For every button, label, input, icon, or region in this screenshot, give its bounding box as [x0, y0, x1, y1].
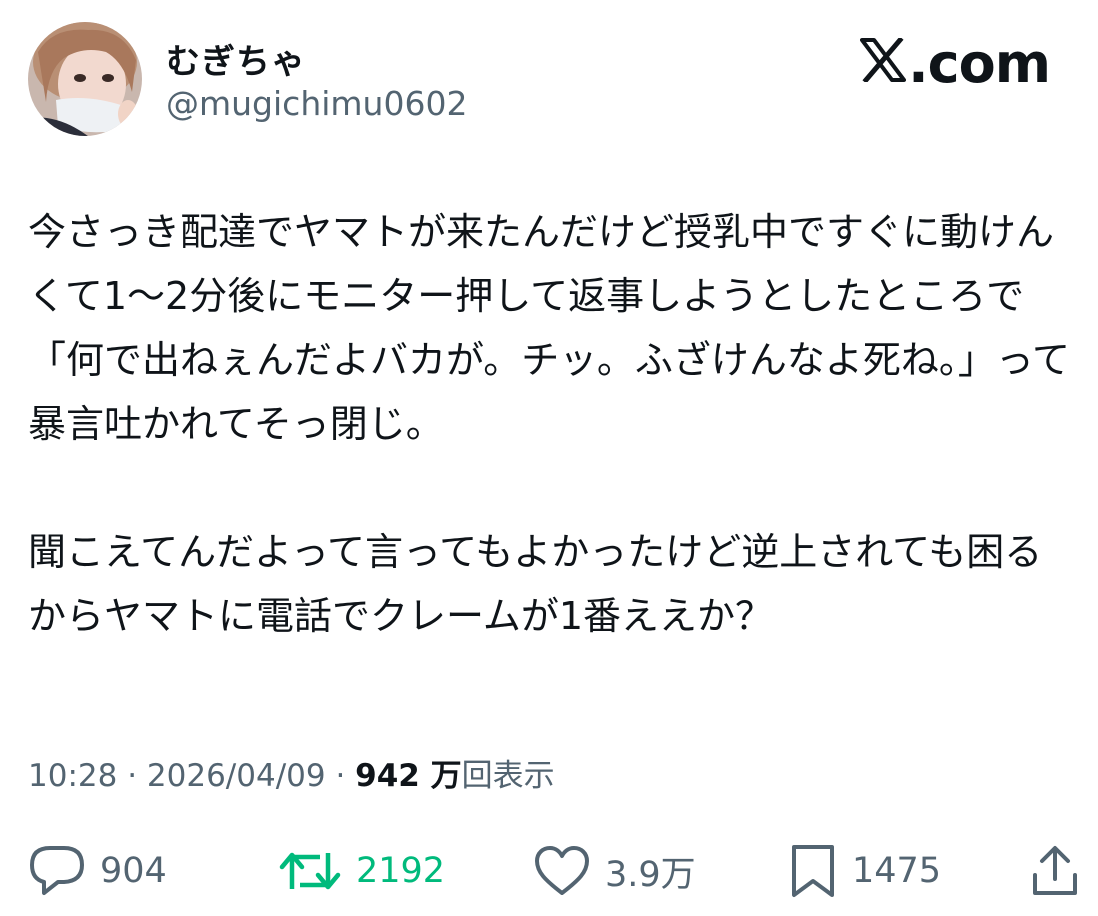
- retweet-count: 2192: [356, 851, 446, 891]
- tweet-paragraph: 今さっき配達でヤマトが来たんだけど授乳中ですぐに動けんくて1〜2分後にモニター押…: [28, 210, 1070, 446]
- retweet-button[interactable]: 2192: [278, 838, 445, 904]
- bookmark-count: 1475: [852, 851, 942, 891]
- views-label: 回表示: [461, 758, 555, 794]
- tweet-header: むぎちゃ @mugichimu0602 .com: [22, 20, 1072, 140]
- bookmark-icon: [792, 845, 834, 897]
- meta-separator: ·: [325, 758, 356, 794]
- views-count: 942 万: [355, 758, 462, 794]
- bookmark-button[interactable]: 1475: [788, 838, 941, 904]
- author-handle[interactable]: @mugichimu0602: [166, 84, 467, 123]
- like-button[interactable]: 3.9万: [533, 838, 696, 904]
- tweet-text: 今さっき配達でヤマトが来たんだけど授乳中ですぐに動けんくて1〜2分後にモニター押…: [28, 200, 1080, 648]
- like-count: 3.9万: [605, 854, 696, 895]
- brand-mark: .com: [860, 32, 1051, 95]
- heart-icon: [535, 846, 589, 895]
- share-button[interactable]: [1030, 838, 1094, 904]
- tweet-paragraph: 聞こえてんだよって言ってもよかったけど逆上されても困るからヤマトに電話でクレーム…: [28, 530, 1043, 638]
- tweet-time[interactable]: 10:28: [28, 758, 117, 794]
- tweet-card: むぎちゃ @mugichimu0602 .com 今さっき配達でヤマトが来たんだ…: [0, 0, 1098, 916]
- retweet-icon: [279, 852, 341, 890]
- meta-separator: ·: [117, 758, 147, 794]
- avatar[interactable]: [28, 22, 142, 136]
- action-bar: 904 2192 3.9万 1475: [28, 838, 1080, 904]
- tweet-date[interactable]: 2026/04/09: [147, 758, 326, 794]
- author-display-name[interactable]: むぎちゃ: [166, 34, 306, 83]
- reply-button[interactable]: 904: [28, 838, 167, 904]
- brand-domain: .com: [908, 32, 1051, 95]
- x-logo-icon: [860, 32, 907, 95]
- reply-icon: [30, 846, 84, 895]
- share-icon: [1033, 846, 1077, 895]
- reply-count: 904: [100, 851, 167, 891]
- tweet-meta: 10:28 · 2026/04/09 · 942 万回表示: [28, 750, 555, 795]
